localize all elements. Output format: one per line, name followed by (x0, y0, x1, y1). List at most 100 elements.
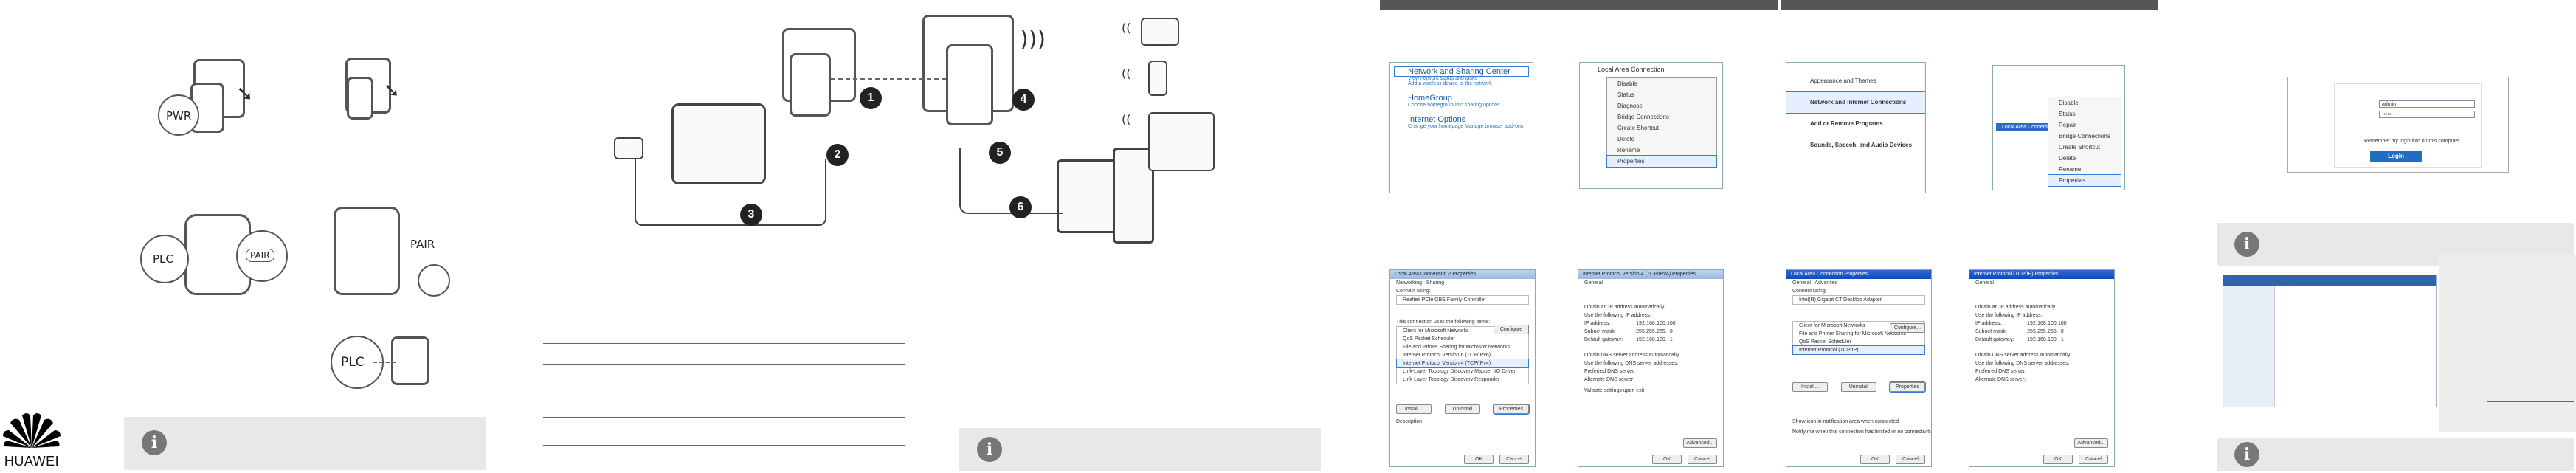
gateway-octet[interactable]: 192 (2027, 337, 2036, 342)
ok-button[interactable]: OK (1860, 455, 1890, 464)
list-item[interactable]: QoS Packet Scheduler (1793, 338, 1924, 346)
list-item[interactable]: Link-Layer Topology Discovery Responder (1397, 376, 1528, 384)
menu-delete[interactable]: Delete (1607, 134, 1716, 145)
ip-octet[interactable]: 100 (1657, 321, 1665, 326)
menu-properties[interactable]: Properties (1606, 155, 1717, 168)
mask-octet[interactable]: 255 (1636, 329, 1645, 334)
cancel-button[interactable]: Cancel (1499, 455, 1529, 464)
radio-manual-ip[interactable]: Use the following IP address: (1969, 311, 2114, 320)
ip-octet[interactable]: 100 (2058, 321, 2067, 326)
tab-general[interactable]: General (1969, 279, 2114, 287)
install-button[interactable]: Install... (1792, 382, 1828, 392)
advanced-button[interactable]: Advanced... (1683, 438, 1717, 448)
add-wireless-device-link[interactable]: Add a wireless device to the network (1395, 81, 1528, 86)
ip-octet[interactable]: 192 (2027, 321, 2036, 326)
mask-octet[interactable]: 0 (2058, 329, 2067, 334)
ok-button[interactable]: OK (1464, 455, 1494, 464)
mask-octet[interactable]: 0 (1667, 329, 1676, 334)
list-item-tcpip[interactable]: Internet Protocol (TCP/IP) (1792, 345, 1925, 355)
gateway-octet[interactable]: 168 (2037, 337, 2046, 342)
menu-status[interactable]: Status (2048, 108, 2121, 120)
ok-button[interactable]: OK (2043, 455, 2073, 464)
menu-diagnose[interactable]: Diagnose (1607, 100, 1716, 111)
menu-rename[interactable]: Rename (1607, 145, 1716, 156)
mask-octet[interactable]: 255 (2037, 329, 2046, 334)
list-item[interactable]: QoS Packet Scheduler (1397, 335, 1528, 343)
ip-octet[interactable]: 192 (1636, 321, 1645, 326)
radio-manual-ip[interactable]: Use the following IP address: (1578, 311, 1723, 320)
gateway-octet[interactable]: 168 (1646, 337, 1655, 342)
install-button[interactable]: Install... (1396, 404, 1432, 414)
menu-delete[interactable]: Delete (2048, 153, 2121, 164)
username-input[interactable]: admin (2379, 100, 2475, 108)
remember-checkbox[interactable]: Remember my login info on this computer (2364, 139, 2460, 144)
tab-advanced[interactable]: Advanced (1814, 280, 1837, 286)
ip-octet[interactable]: 168 (1646, 321, 1655, 326)
mask-octet[interactable]: 255 (2027, 329, 2036, 334)
network-sharing-center-link[interactable]: Network and Sharing Center (1394, 66, 1529, 77)
radio-auto-ip[interactable]: Obtain an IP address automatically (1578, 303, 1723, 311)
validate-checkbox[interactable]: Validate settings upon exit (1578, 387, 1723, 395)
internet-options-sub-link[interactable]: Change your homepage Manage browser add-… (1395, 124, 1528, 129)
properties-button[interactable]: Properties (1889, 381, 1926, 393)
list-item[interactable]: Link-Layer Topology Discovery Mapper I/O… (1397, 367, 1528, 376)
cp-appearance[interactable]: Appearance and Themes (1786, 70, 1925, 92)
list-item-ipv4[interactable]: Internet Protocol Version 4 (TCP/IPv4) (1396, 359, 1529, 368)
cp-network[interactable]: Network and Internet Connections (1786, 91, 1925, 114)
cancel-button[interactable]: Cancel (1896, 455, 1925, 464)
ip-octet[interactable]: 100 (1667, 321, 1676, 326)
login-button[interactable]: Login (2370, 151, 2422, 162)
show-icon-checkbox[interactable]: Show icon in notification area when conn… (1786, 418, 1905, 426)
mask-octet[interactable]: 255 (1646, 329, 1655, 334)
menu-properties[interactable]: Properties (2048, 174, 2121, 187)
properties-button[interactable]: Properties (1493, 404, 1530, 415)
menu-bridge[interactable]: Bridge Connections (1607, 111, 1716, 122)
ip-octet[interactable]: 100 (2048, 321, 2057, 326)
radio-auto-dns[interactable]: Obtain DNS server address automatically (1578, 351, 1723, 359)
view-network-status-link[interactable]: View network status and tasks (1395, 76, 1528, 81)
tab-networking[interactable]: Networking (1396, 280, 1422, 286)
notify-checkbox[interactable]: Notify me when this connection has limit… (1786, 428, 1931, 436)
cancel-button[interactable]: Cancel (1688, 455, 1717, 464)
list-item[interactable]: File and Printer Sharing for Microsoft N… (1397, 343, 1528, 351)
table-rule-2 (543, 364, 905, 365)
ip-octet[interactable]: 168 (2037, 321, 2046, 326)
radio-auto-dns[interactable]: Obtain DNS server address automatically (1969, 351, 2114, 359)
ok-button[interactable]: OK (1652, 455, 1682, 464)
mask-octet[interactable]: 255 (1657, 329, 1665, 334)
cp-add-remove[interactable]: Add or Remove Programs (1786, 113, 1925, 134)
cp-sounds[interactable]: Sounds, Speech, and Audio Devices (1786, 134, 1925, 156)
radio-manual-dns[interactable]: Use the following DNS server addresses: (1969, 359, 2114, 367)
cancel-button[interactable]: Cancel (2079, 455, 2108, 464)
configure-button[interactable]: Configure... (1890, 323, 1925, 333)
menu-disable[interactable]: Disable (2048, 97, 2121, 108)
gateway-octet[interactable]: 1 (1667, 337, 1676, 342)
menu-repair[interactable]: Repair (2048, 120, 2121, 131)
configure-button[interactable]: Configure (1494, 325, 1529, 334)
list-item[interactable]: Internet Protocol Version 6 (TCP/IPv6) (1397, 351, 1528, 359)
menu-bridge[interactable]: Bridge Connections (2048, 131, 2121, 142)
menu-shortcut[interactable]: Create Shortcut (2048, 142, 2121, 153)
radio-auto-ip[interactable]: Obtain an IP address automatically (1969, 303, 2114, 311)
radio-manual-dns[interactable]: Use the following DNS server addresses: (1578, 359, 1723, 367)
gateway-octet[interactable]: 100 (2048, 337, 2057, 342)
menu-disable[interactable]: Disable (1607, 78, 1716, 89)
uninstall-button[interactable]: Uninstall (1841, 382, 1876, 392)
menu-shortcut[interactable]: Create Shortcut (1607, 122, 1716, 134)
gateway-octet[interactable]: 192 (1636, 337, 1645, 342)
tab-general[interactable]: General (1792, 280, 1811, 286)
gateway-octet[interactable]: 100 (1657, 337, 1665, 342)
uninstall-button[interactable]: Uninstall (1445, 404, 1480, 414)
tab-sharing[interactable]: Sharing (1426, 280, 1444, 286)
tab-general[interactable]: General (1578, 279, 1723, 287)
homegroup-options-link[interactable]: Choose homegroup and sharing options (1395, 103, 1528, 108)
menu-status[interactable]: Status (1607, 89, 1716, 100)
menu-rename[interactable]: Rename (2048, 164, 2121, 175)
adapter-name: Intel(R) Gigabit CT Desktop Adapter (1792, 295, 1925, 305)
mask-octet[interactable]: 255 (2048, 329, 2057, 334)
gateway-octet[interactable]: 1 (2058, 337, 2067, 342)
internet-options-link[interactable]: Internet Options (1395, 115, 1528, 124)
password-input[interactable]: •••••• (2379, 111, 2475, 118)
homegroup-link[interactable]: HomeGroup (1395, 94, 1528, 103)
advanced-button[interactable]: Advanced... (2074, 438, 2108, 448)
